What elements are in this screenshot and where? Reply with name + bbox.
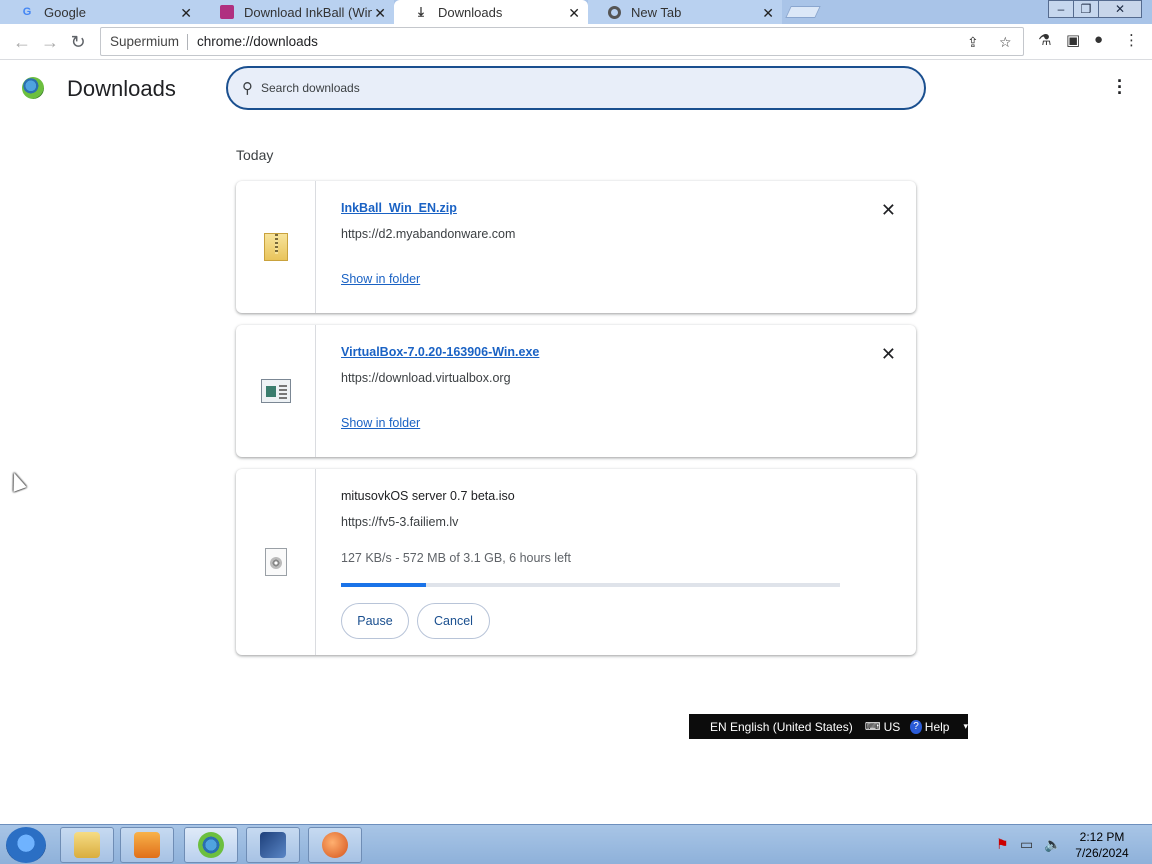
page-title: Downloads [67, 76, 176, 101]
file-name-link[interactable]: VirtualBox-7.0.20-163906-Win.exe [341, 345, 539, 359]
download-item-in-progress: mitusovkOS server 0.7 beta.iso https://f… [236, 469, 916, 655]
tab-download-inkball[interactable]: Download InkBall (Win ✕ [200, 0, 394, 24]
clock-time: 2:12 PM [1079, 830, 1125, 844]
keyboard-layout[interactable]: US [884, 720, 901, 734]
taskbar [0, 824, 1152, 864]
download-status: 127 KB/s - 572 MB of 3.1 GB, 6 hours lef… [341, 551, 571, 565]
google-icon: G [22, 6, 32, 18]
network-icon[interactable]: ▭ [1020, 836, 1033, 853]
address-bar[interactable]: Supermium chrome://downloads ⇪ ☆ [100, 27, 1024, 56]
clock-date: 7/26/2024 [1075, 846, 1129, 860]
side-panel-icon[interactable]: ▣ [1066, 31, 1080, 49]
close-tab-icon[interactable]: ✕ [762, 5, 774, 22]
show-in-folder-link[interactable]: Show in folder [341, 272, 420, 286]
minimize-button[interactable]: ‒ [1048, 0, 1074, 18]
tab-label: New Tab [631, 4, 682, 20]
restore-button[interactable]: ❐ [1073, 0, 1099, 18]
new-tab-button[interactable] [785, 6, 821, 18]
file-source-url: https://fv5-3.failiem.lv [341, 515, 459, 529]
file-icon-column [236, 325, 316, 457]
progress-fill [341, 583, 426, 587]
language-bar: EN English (United States) ⌨ US ? Help ▾ [689, 714, 968, 739]
share-icon[interactable]: ⇪ [967, 34, 979, 51]
close-tab-icon[interactable]: ✕ [374, 5, 386, 22]
file-source-url: https://d2.myabandonware.com [341, 227, 516, 241]
download-item: VirtualBox-7.0.20-163906-Win.exe https:/… [236, 325, 916, 457]
pause-button[interactable]: Pause [341, 603, 409, 639]
bookmark-star-icon[interactable]: ☆ [999, 34, 1012, 51]
extensions-icon[interactable]: ⚗ [1038, 31, 1051, 49]
search-box[interactable]: ⚲ [226, 66, 926, 110]
download-progress-bar [341, 583, 840, 587]
close-tab-icon[interactable]: ✕ [180, 5, 192, 22]
download-icon: ⤓ [418, 4, 424, 19]
zip-file-icon [263, 233, 288, 261]
tab-google[interactable]: G Google ✕ [0, 0, 200, 24]
back-button[interactable]: ← [10, 30, 34, 54]
reload-button[interactable]: ↻ [66, 30, 90, 54]
file-icon-column [236, 469, 316, 655]
tab-new-tab[interactable]: New Tab ✕ [588, 0, 782, 24]
folder-icon [74, 832, 100, 858]
media-player-icon [134, 832, 160, 858]
language-bar-options-icon[interactable]: ▾ [963, 721, 968, 732]
remove-from-list-icon[interactable]: ✕ [881, 344, 896, 365]
taskbar-browser[interactable] [184, 827, 238, 863]
browser-logo-icon [22, 77, 44, 99]
inkball-icon [322, 832, 348, 858]
iso-file-icon [264, 548, 287, 576]
taskbar-inkball[interactable] [308, 827, 362, 863]
tab-downloads[interactable]: ⤓ Downloads ✕ [394, 0, 588, 24]
download-item: InkBall_Win_EN.zip https://d2.myabandonw… [236, 181, 916, 313]
window-controls: ‒ ❐ ✕ [1048, 0, 1142, 18]
site-icon [220, 5, 234, 19]
browser-icon [198, 832, 224, 858]
close-tab-icon[interactable]: ✕ [568, 5, 580, 22]
taskbar-virtualbox[interactable] [246, 827, 300, 863]
profile-icon[interactable]: ● [1094, 31, 1103, 48]
help-icon[interactable]: ? [910, 719, 922, 734]
close-window-button[interactable]: ✕ [1098, 0, 1142, 18]
action-center-flag-icon[interactable]: ⚑ [996, 836, 1009, 853]
tab-label: Downloads [438, 4, 503, 20]
remove-from-list-icon[interactable]: ✕ [881, 200, 896, 221]
taskbar-explorer[interactable] [60, 827, 114, 863]
forward-button[interactable]: → [38, 30, 62, 54]
search-icon: ⚲ [242, 80, 253, 97]
browser-toolbar: ← → ↻ Supermium chrome://downloads ⇪ ☆ ⚗… [0, 24, 1152, 60]
file-icon-column [236, 181, 316, 313]
tab-strip: G Google ✕ Download InkBall (Win ✕ ⤓ Dow… [0, 0, 1152, 24]
mouse-cursor-icon [7, 470, 27, 492]
system-clock[interactable]: 2:12 PM 7/26/2024 [1066, 829, 1138, 861]
tab-label: Google [44, 4, 86, 20]
cancel-button[interactable]: Cancel [417, 603, 490, 639]
virtualbox-icon [260, 832, 286, 858]
file-name-link[interactable]: InkBall_Win_EN.zip [341, 201, 457, 215]
search-input[interactable] [261, 81, 861, 95]
taskbar-media-player[interactable] [120, 827, 174, 863]
chromium-icon [608, 5, 621, 19]
more-actions-icon[interactable]: · · · [1112, 72, 1128, 102]
language-selector[interactable]: EN English (United States) [710, 720, 853, 734]
date-section-label: Today [236, 147, 274, 163]
volume-muted-icon[interactable]: 🔈 [1044, 836, 1061, 853]
site-chip: Supermium [101, 33, 189, 50]
tab-label: Download InkBall (Win [244, 4, 372, 20]
url-text[interactable]: chrome://downloads [188, 34, 318, 49]
keyboard-icon: ⌨ [864, 721, 881, 733]
file-name: mitusovkOS server 0.7 beta.iso [341, 489, 515, 503]
show-in-folder-link[interactable]: Show in folder [341, 416, 420, 430]
exe-file-icon [260, 379, 291, 403]
start-button[interactable] [6, 827, 46, 863]
browser-menu-icon[interactable]: ⋮ [1124, 31, 1139, 49]
help-label[interactable]: Help [925, 720, 950, 734]
file-source-url: https://download.virtualbox.org [341, 371, 511, 385]
